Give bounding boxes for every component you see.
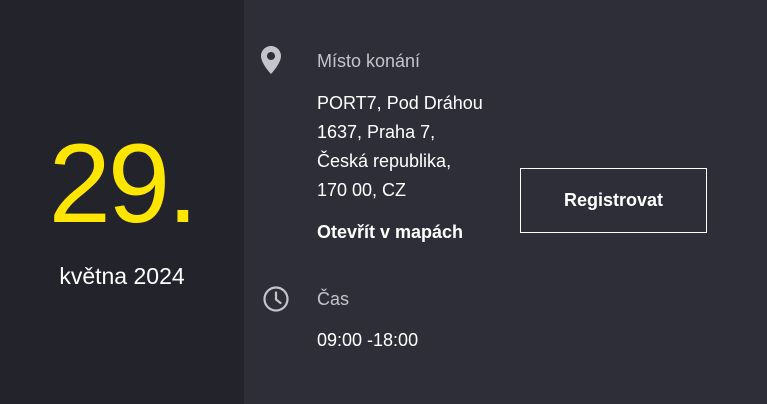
venue-label: Místo konání [317, 51, 421, 71]
address-line: Česká republika, [317, 151, 452, 171]
date-panel: 29. května 2024 [0, 0, 244, 404]
address-line: PORT7, Pod Dráhou [317, 93, 483, 113]
open-in-maps-link[interactable]: Otevřít v mapách [317, 218, 463, 246]
address-line: 1637, Praha 7, [317, 122, 436, 142]
address-line: 170 00, CZ [317, 180, 407, 200]
event-month-year: května 2024 [59, 263, 185, 289]
info-panel: Místo konání PORT7, Pod Dráhou 1637, Pra… [244, 0, 767, 404]
clock-icon [263, 286, 289, 312]
venue-address: PORT7, Pod Dráhou 1637, Praha 7, Česká r… [317, 89, 517, 205]
event-details-card: 29. května 2024 Místo konání PORT7, Pod … [0, 0, 767, 404]
time-label: Čas [317, 289, 350, 309]
time-value: 09:00 -18:00 [317, 330, 419, 350]
event-day: 29. [48, 121, 199, 246]
location-pin-icon [261, 46, 281, 74]
register-button[interactable]: Registrovat [520, 168, 707, 233]
